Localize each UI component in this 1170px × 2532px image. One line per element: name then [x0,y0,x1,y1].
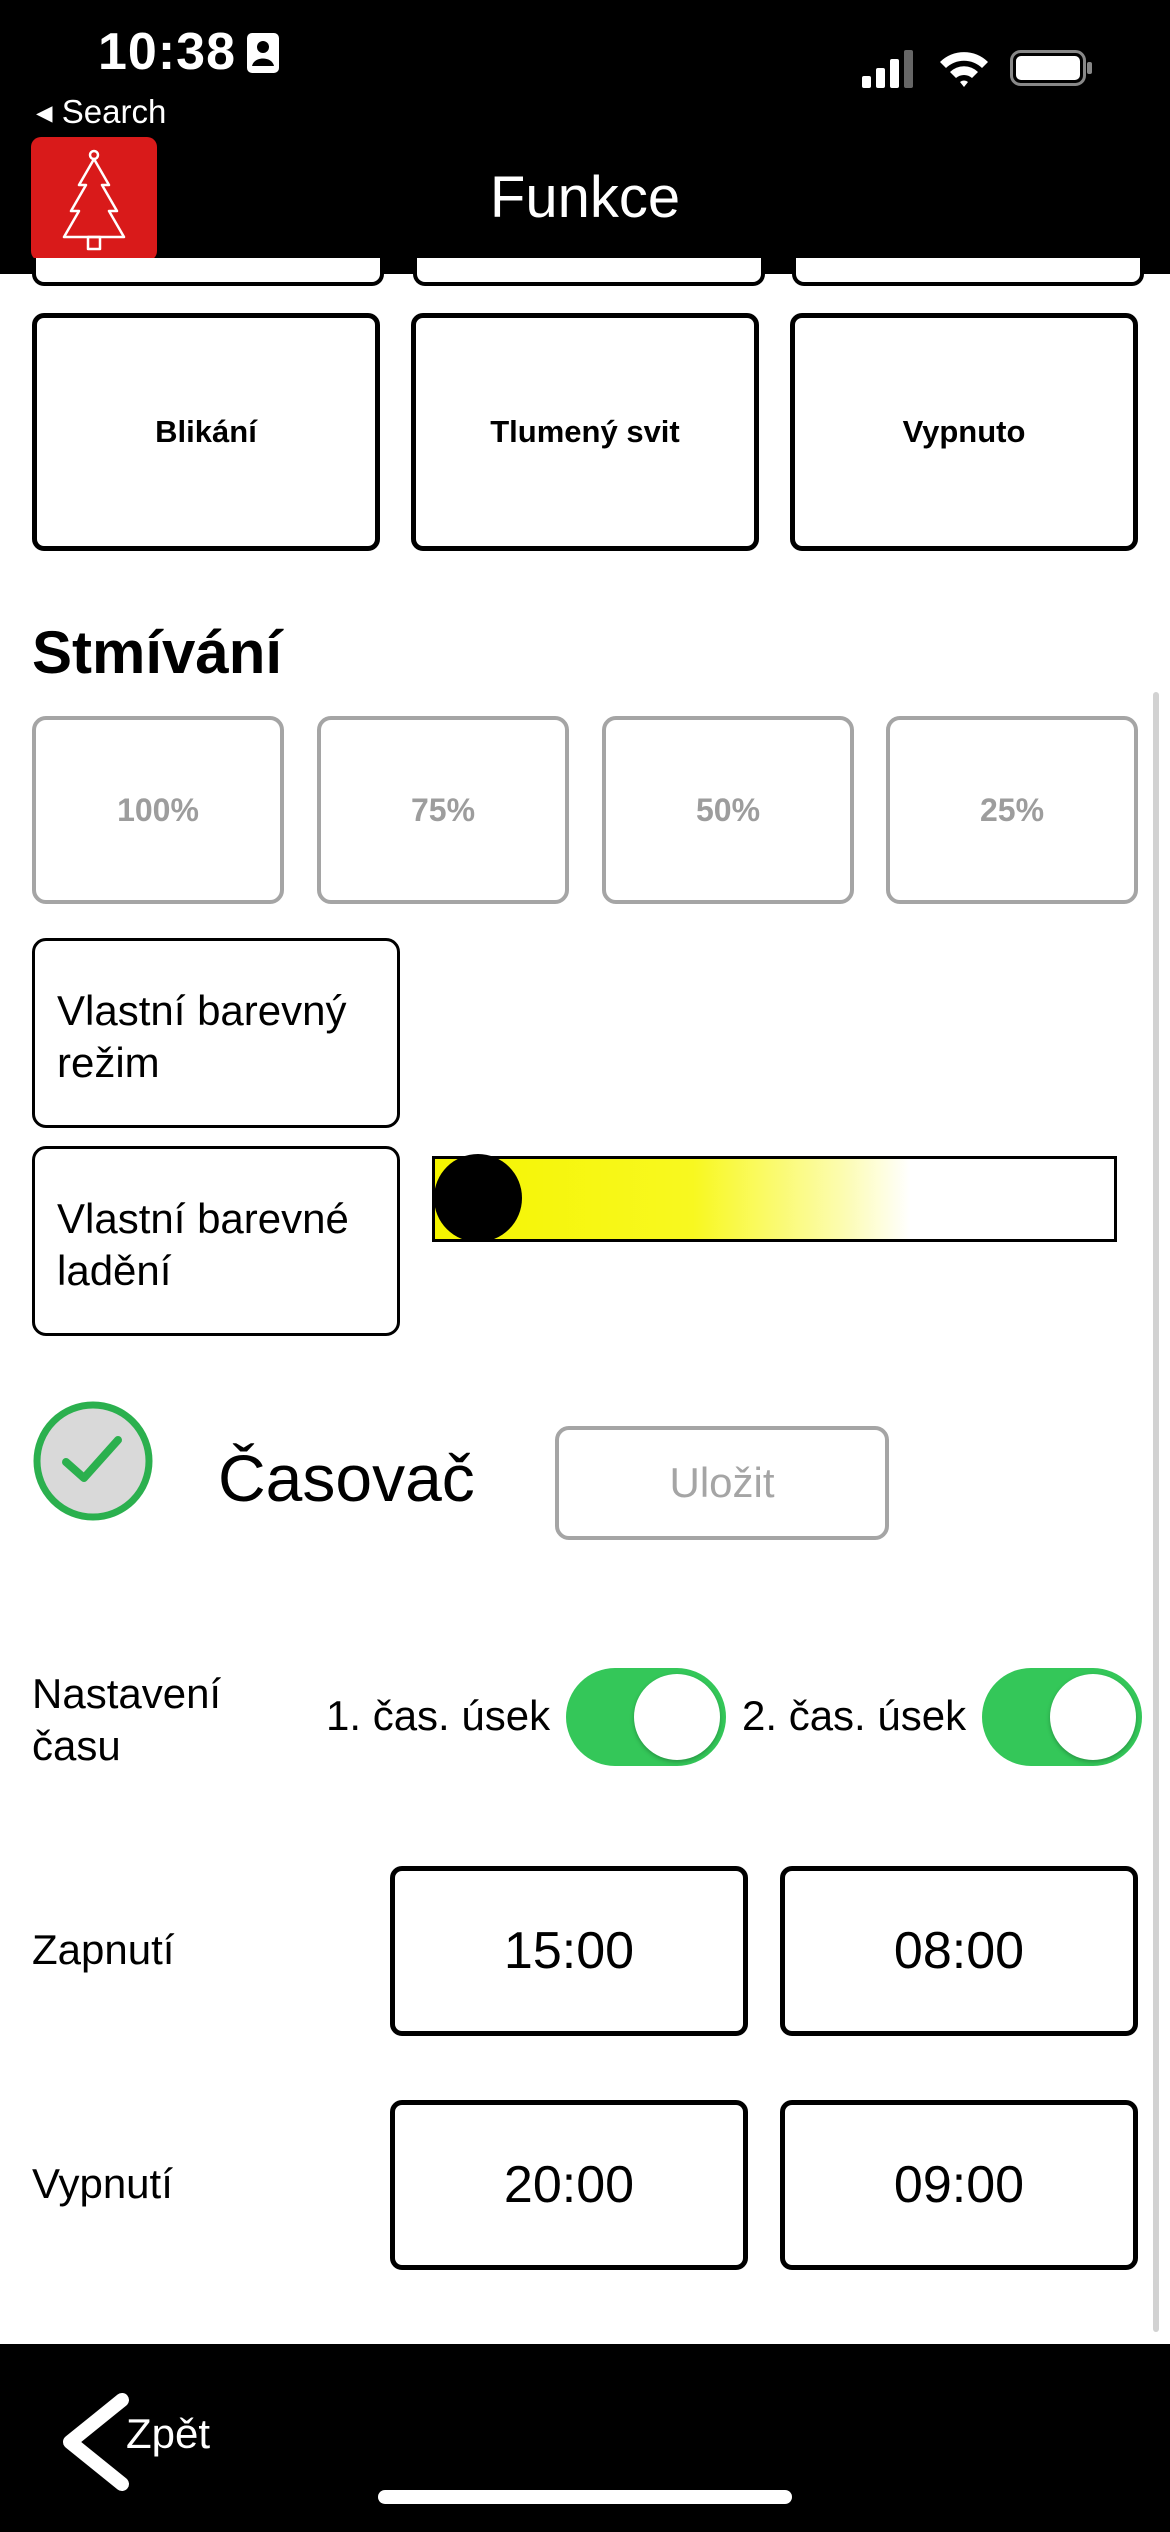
wifi-icon [940,52,988,87]
dim-100-button[interactable]: 100% [32,716,284,904]
cut-off-button[interactable] [32,258,384,286]
timer-label: Časovač [218,1441,475,1515]
slot1-toggle[interactable] [566,1668,726,1766]
back-to-search-link[interactable]: ◂ Search [36,92,166,131]
cut-off-button[interactable] [413,258,765,286]
mode-dimmed-button[interactable]: Tlumený svit [411,313,759,551]
battery-icon [1010,50,1092,86]
screen-title: Funkce [489,165,681,230]
off-time-slot2-button[interactable]: 09:00 [780,2100,1138,2270]
time-setting-label: Nastavení času [32,1670,222,1769]
signal-icon [862,50,913,88]
id-card-icon [247,33,279,73]
on-time-slot2-button[interactable]: 08:00 [780,1866,1138,2036]
custom-color-tuning-button[interactable]: Vlastní barevné ladění [32,1146,400,1336]
dim-50-button[interactable]: 50% [602,716,854,904]
custom-color-mode-button[interactable]: Vlastní barevný režim [32,938,400,1128]
check-circle-icon[interactable] [32,1400,154,1522]
back-button[interactable]: Zpět [126,2410,210,2458]
mode-off-button[interactable]: Vypnuto [790,313,1138,551]
dimming-section-title: Stmívání [32,619,283,686]
dim-25-button[interactable]: 25% [886,716,1138,904]
home-indicator[interactable] [378,2490,792,2504]
color-slider-thumb[interactable] [434,1154,522,1242]
slot1-label: 1. čas. úsek [326,1692,551,1739]
top-bar: 10:38 ◂ Search Funkce [0,0,1170,274]
off-time-slot1-button[interactable]: 20:00 [390,2100,748,2270]
save-button[interactable]: Uložit [555,1426,889,1540]
on-time-label: Zapnutí [32,1926,175,1973]
off-time-label: Vypnutí [32,2160,173,2207]
slot2-toggle[interactable] [982,1668,1142,1766]
status-time: 10:38 [98,23,236,81]
mode-blinking-button[interactable]: Blikání [32,313,380,551]
on-time-slot1-button[interactable]: 15:00 [390,1866,748,2036]
status-icons [862,48,1094,88]
color-slider-track[interactable] [432,1156,1117,1242]
scrollbar[interactable] [1153,692,1159,2332]
dim-75-button[interactable]: 75% [317,716,569,904]
slot2-label: 2. čas. úsek [742,1692,967,1739]
chevron-left-icon[interactable] [56,2392,136,2492]
cut-off-button[interactable] [792,258,1144,286]
